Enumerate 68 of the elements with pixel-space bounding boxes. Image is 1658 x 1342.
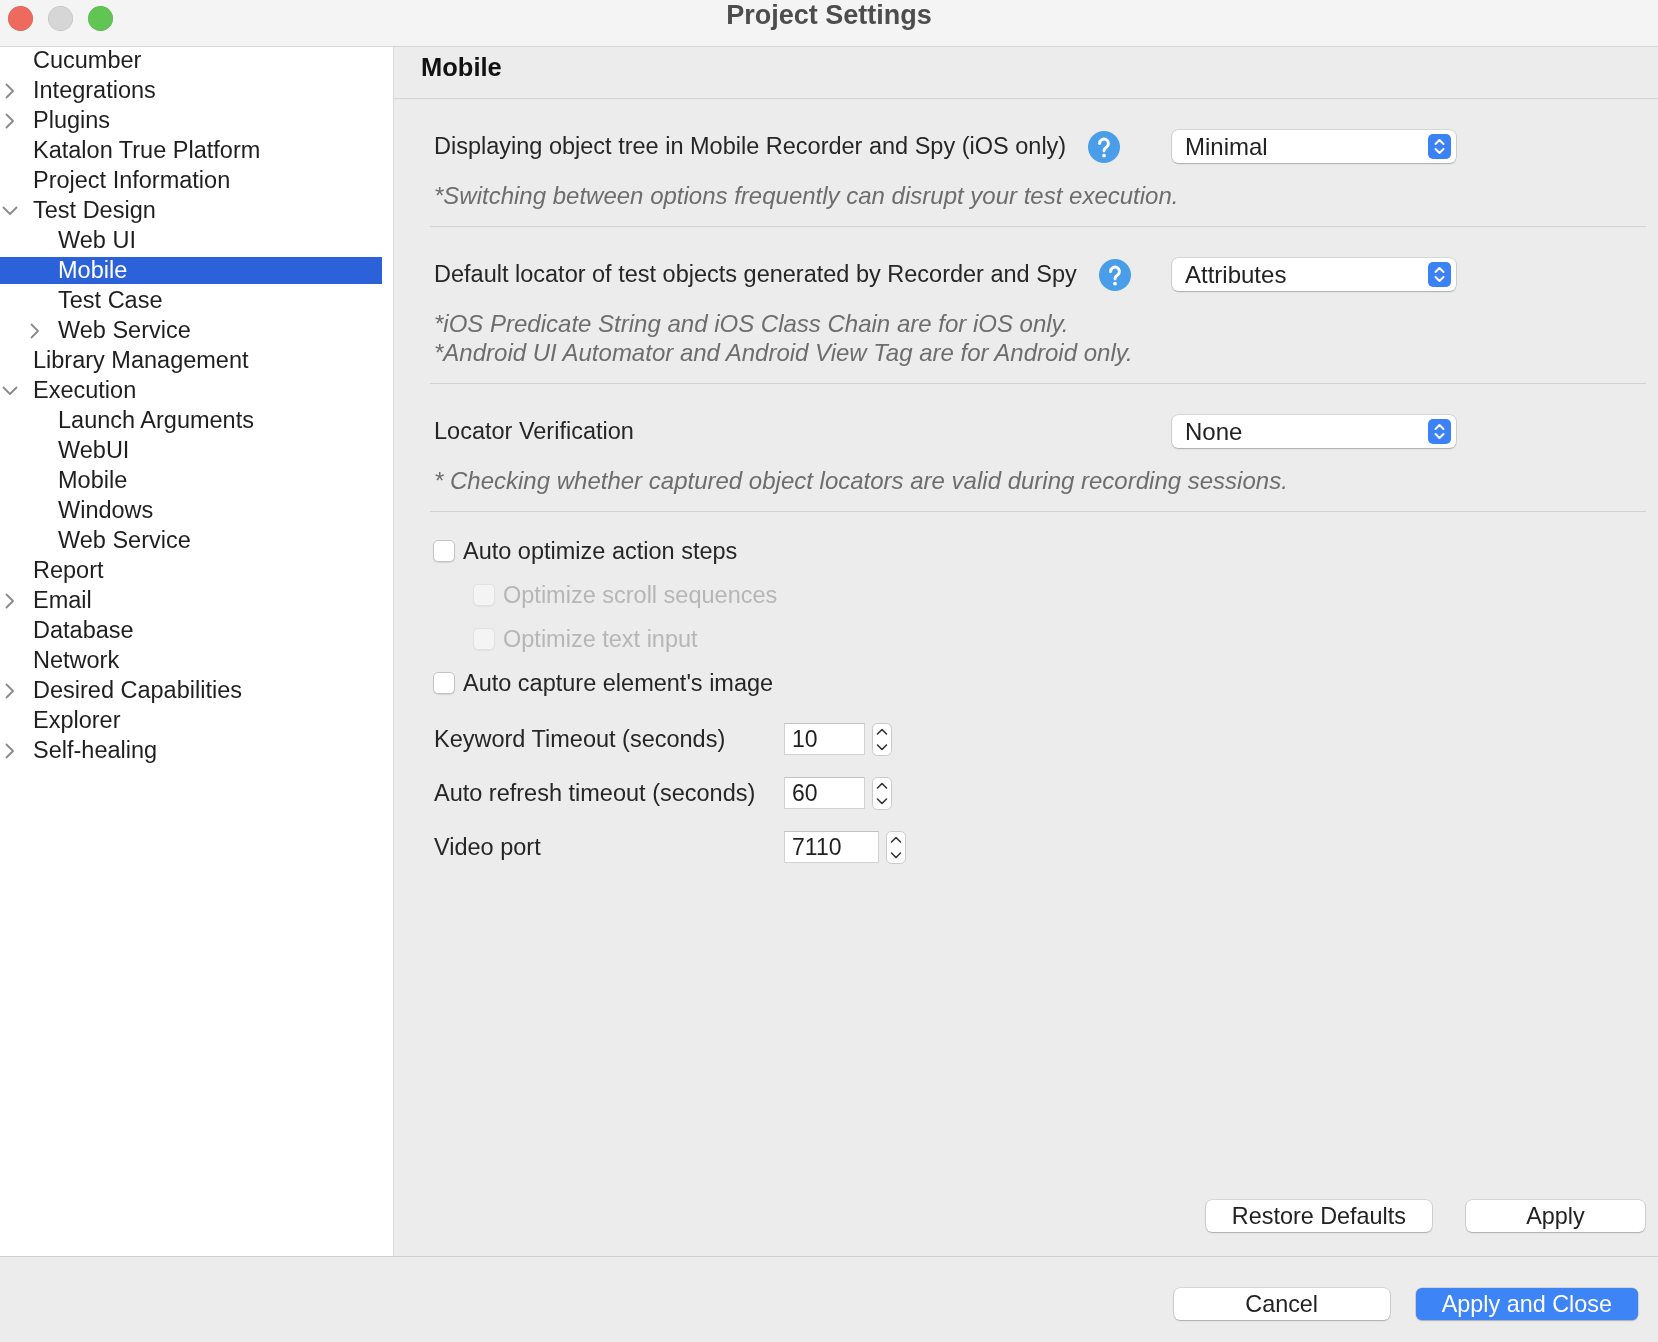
field-label: Video port	[434, 833, 542, 861]
chevron-right-icon[interactable]	[5, 112, 15, 129]
select-field[interactable]: Minimal	[1172, 130, 1456, 163]
select-field[interactable]: Attributes	[1172, 258, 1456, 291]
tree-item[interactable]: Web Service	[0, 317, 382, 344]
tree-item[interactable]: Launch Arguments	[0, 407, 382, 434]
chevron-right-icon[interactable]	[5, 82, 15, 99]
tree-item[interactable]: Report	[0, 557, 382, 584]
stepper-icon[interactable]	[872, 776, 892, 810]
hint-text: *Android UI Automator and Android View Tag are for Android only.	[434, 338, 1134, 367]
number-field[interactable]: 7110	[784, 831, 879, 863]
tree-item[interactable]: Mobile	[0, 257, 382, 284]
tree-item[interactable]: Library Management	[0, 347, 382, 374]
tree-item[interactable]: Plugins	[0, 107, 382, 134]
select-arrows-icon	[1428, 419, 1451, 444]
checkbox-label: Auto optimize action steps	[463, 537, 738, 565]
checkbox[interactable]	[433, 540, 455, 562]
tree-item[interactable]: Cucumber	[0, 47, 382, 74]
page-title: Mobile	[421, 53, 502, 81]
chevron-down-icon[interactable]	[2, 385, 18, 396]
close-button[interactable]	[8, 6, 33, 31]
tree-item[interactable]: Web Service	[0, 527, 382, 554]
tree-item[interactable]: Execution	[0, 377, 382, 404]
help-icon[interactable]	[1088, 130, 1121, 163]
tree-item[interactable]: Self-healing	[0, 737, 382, 764]
tree-item[interactable]: WebUI	[0, 437, 382, 464]
stepper-icon[interactable]	[872, 722, 892, 756]
tree-item[interactable]: Test Design	[0, 197, 382, 224]
setting-label: Displaying object tree in Mobile Recorder and Spy (iOS only)	[434, 133, 1067, 160]
tree-item[interactable]: Explorer	[0, 707, 382, 734]
checkbox[interactable]	[433, 672, 455, 694]
field-label: Keyword Timeout (seconds)	[434, 725, 727, 753]
zoom-button[interactable]	[88, 6, 113, 31]
select-arrows-icon	[1428, 262, 1451, 287]
number-field[interactable]: 10	[784, 723, 865, 755]
dialog-button[interactable]: Restore Defaults	[1205, 1200, 1432, 1232]
select-field[interactable]: None	[1172, 415, 1456, 448]
field-label: Auto refresh timeout (seconds)	[434, 779, 757, 807]
setting-label: Default locator of test objects generated by Recorder and Spy	[434, 261, 1077, 288]
tree-item[interactable]: Katalon True Platform	[0, 137, 382, 164]
tree-item[interactable]: Windows	[0, 497, 382, 524]
dialog-button[interactable]: Cancel	[1173, 1288, 1390, 1320]
tree-item[interactable]: Desired Capabilities	[0, 677, 382, 704]
help-icon[interactable]	[1098, 258, 1131, 291]
hint-text: * Checking whether captured object locators are valid during recording sessions.	[434, 466, 1289, 495]
chevron-down-icon[interactable]	[2, 205, 18, 216]
select-arrows-icon	[1428, 134, 1451, 159]
hint-text: *iOS Predicate String and iOS Class Chain are for iOS only.	[434, 309, 1070, 338]
tree-item[interactable]: Network	[0, 647, 382, 674]
chevron-right-icon[interactable]	[30, 322, 40, 339]
chevron-right-icon[interactable]	[5, 592, 15, 609]
tree-item[interactable]: Web UI	[0, 227, 382, 254]
tree-item[interactable]: Mobile	[0, 467, 382, 494]
tree-item[interactable]: Database	[0, 617, 382, 644]
hint-text: *Switching between options frequently can disrupt your test execution.	[434, 181, 1180, 210]
stepper-icon[interactable]	[886, 830, 906, 864]
window-title: Project Settings	[726, 0, 932, 32]
checkbox-label: Auto capture element's image	[463, 669, 774, 697]
number-field[interactable]: 60	[784, 777, 865, 809]
tree-item[interactable]: Test Case	[0, 287, 382, 314]
primary-button[interactable]: Apply and Close	[1415, 1288, 1638, 1320]
tree-item[interactable]: Integrations	[0, 77, 382, 104]
tree-item[interactable]: Email	[0, 587, 382, 614]
chevron-right-icon[interactable]	[5, 682, 15, 699]
dialog-button[interactable]: Apply	[1466, 1200, 1645, 1232]
tree-item[interactable]: Project Information	[0, 167, 382, 194]
chevron-right-icon[interactable]	[5, 742, 15, 759]
setting-label: Locator Verification	[434, 418, 634, 445]
